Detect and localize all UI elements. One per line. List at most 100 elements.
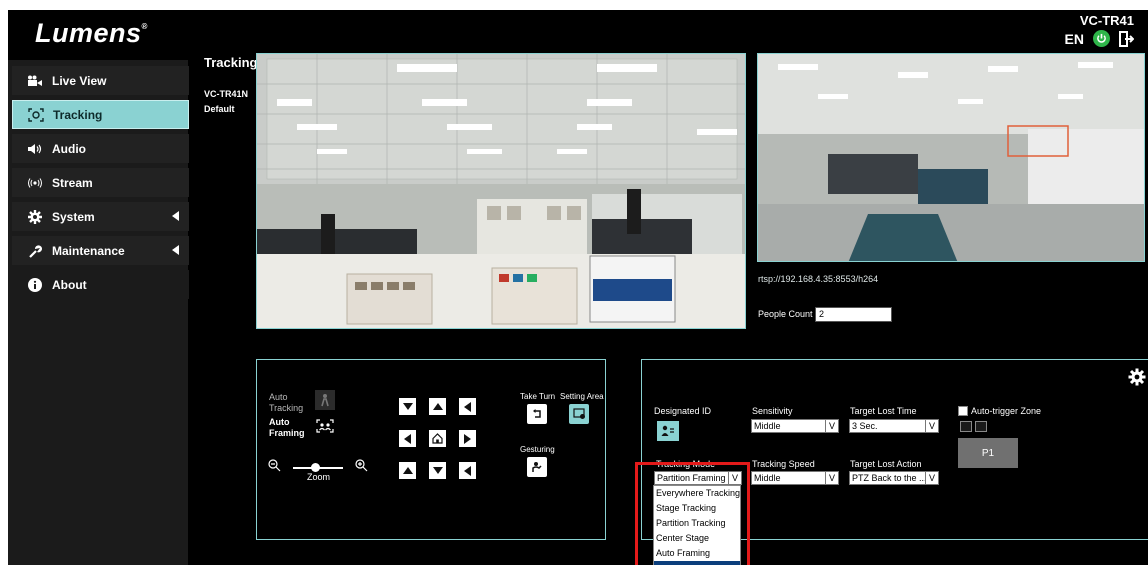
dropdown-option[interactable]: Stage Tracking	[654, 501, 740, 516]
tracking-speed-label: Tracking Speed	[752, 459, 815, 469]
gear-icon	[26, 209, 44, 224]
target-lost-time-label: Target Lost Time	[850, 406, 917, 416]
take-turn-button[interactable]	[527, 404, 547, 424]
zoom-label: Zoom	[307, 472, 331, 482]
gesturing-label: Gesturing	[520, 445, 555, 454]
chevron-down-icon: V	[728, 472, 741, 484]
camera-icon	[26, 74, 44, 88]
app-window: Lumens® VC-TR41 EN Live View Tracking Au…	[8, 10, 1148, 565]
setting-area-icon	[572, 408, 586, 420]
header-controls: EN	[1065, 30, 1134, 47]
tracking-mode-label: Tracking Mode	[656, 459, 716, 469]
dropdown-option[interactable]: Auto Framing	[654, 546, 740, 561]
pan-down-right-button[interactable]	[459, 462, 476, 479]
sensitivity-select[interactable]: Middle V	[751, 419, 839, 433]
people-count-field[interactable]: 2	[815, 307, 892, 322]
gesture-icon	[531, 461, 543, 473]
auto-tracking-icon[interactable]	[315, 390, 335, 410]
settings-gear-icon[interactable]	[1128, 368, 1146, 386]
take-turn-label: Take Turn	[520, 392, 556, 401]
sidebar-item-about[interactable]: About	[12, 270, 189, 299]
people-count-label: People Count	[758, 309, 813, 319]
target-lost-action-select[interactable]: PTZ Back to the ... V	[849, 471, 939, 485]
auto-framing-label: Auto Framing	[269, 417, 305, 438]
delete-zone-icon[interactable]	[975, 421, 987, 432]
power-icon[interactable]	[1093, 30, 1110, 47]
arrow-left-icon	[464, 401, 471, 412]
dropdown-option[interactable]: Partition Tracking	[654, 516, 740, 531]
tracking-icon	[27, 107, 45, 122]
setting-area-button[interactable]	[569, 404, 589, 424]
auto-trigger-zone-label: Auto-trigger Zone	[971, 406, 1042, 416]
page-title: Tracking	[204, 55, 258, 70]
info-icon	[26, 277, 44, 292]
device-info: VC-TR41N Default	[204, 87, 248, 117]
sidebar-item-stream[interactable]: Stream	[12, 168, 189, 197]
pan-up-right-button[interactable]	[459, 398, 476, 415]
ptz-control-panel: Auto Tracking Auto Framing Zoom Take Tur…	[256, 359, 606, 540]
overview-camera-view[interactable]	[757, 53, 1145, 262]
wrench-icon	[26, 244, 44, 258]
zoom-in-icon[interactable]	[354, 458, 368, 472]
zoom-slider-handle[interactable]	[311, 463, 320, 472]
main-camera-view[interactable]	[256, 53, 746, 329]
arrow-up-icon	[402, 467, 413, 474]
pan-up-left-button[interactable]	[399, 398, 416, 415]
pan-left-button[interactable]	[399, 430, 416, 447]
home-button[interactable]	[429, 430, 446, 447]
preset-p1-button[interactable]: P1	[958, 438, 1018, 468]
sidebar-item-system[interactable]: System	[12, 202, 189, 231]
sidebar-item-label: Maintenance	[52, 243, 125, 258]
rtsp-url: rtsp://192.168.4.35:8553/h264	[758, 274, 879, 284]
language-switch[interactable]: EN	[1065, 31, 1084, 47]
tilt-up-button[interactable]	[429, 398, 446, 415]
tracking-speed-select[interactable]: Middle V	[751, 471, 839, 485]
target-lost-action-label: Target Lost Action	[850, 459, 922, 469]
speaker-icon	[26, 142, 44, 156]
sidebar-item-label: Tracking	[53, 107, 103, 122]
dropdown-option-selected[interactable]	[654, 561, 740, 565]
zoom-out-icon[interactable]	[267, 458, 281, 472]
sidebar: Live View Tracking Audio Stream System M…	[8, 60, 189, 565]
chevron-down-icon: V	[825, 420, 838, 432]
logout-icon[interactable]	[1119, 30, 1134, 47]
stream-icon	[26, 176, 44, 190]
auto-framing-icon[interactable]	[315, 416, 335, 436]
profile-name: Default	[204, 104, 235, 114]
tracking-mode-dropdown-list: Everywhere Tracking Stage Tracking Parti…	[653, 485, 741, 565]
edit-zone-icon[interactable]	[960, 421, 972, 432]
person-select-icon	[661, 425, 675, 437]
chevron-left-icon	[172, 211, 179, 221]
sensitivity-label: Sensitivity	[752, 406, 793, 416]
designated-id-label: Designated ID	[654, 406, 712, 416]
target-lost-time-select[interactable]: 3 Sec. V	[849, 419, 939, 433]
lumens-logo: Lumens®	[35, 18, 148, 48]
chevron-down-icon: V	[925, 420, 938, 432]
dropdown-option[interactable]: Center Stage	[654, 531, 740, 546]
home-icon	[432, 433, 443, 444]
arrow-down-icon	[402, 403, 413, 410]
pan-right-button[interactable]	[459, 430, 476, 447]
sidebar-item-live-view[interactable]: Live View	[12, 66, 189, 95]
overview-scene-image	[758, 54, 1144, 261]
gesturing-button[interactable]	[527, 457, 547, 477]
sidebar-item-tracking[interactable]: Tracking	[12, 100, 189, 129]
sidebar-item-label: Stream	[52, 175, 93, 190]
designated-id-button[interactable]	[657, 421, 679, 441]
chevron-left-icon	[172, 245, 179, 255]
tilt-down-button[interactable]	[429, 462, 446, 479]
setting-area-label: Setting Area	[560, 392, 604, 401]
take-turn-icon	[531, 408, 543, 420]
tracking-mode-select[interactable]: Partition Framing V	[654, 471, 742, 485]
arrow-up-icon	[432, 403, 443, 410]
arrow-left-icon	[404, 433, 411, 444]
sidebar-item-label: Live View	[52, 73, 107, 88]
auto-trigger-zone-checkbox[interactable]	[958, 406, 968, 416]
office-scene-image	[257, 54, 745, 328]
pan-down-left-button[interactable]	[399, 462, 416, 479]
chevron-down-icon: V	[825, 472, 838, 484]
sidebar-item-audio[interactable]: Audio	[12, 134, 189, 163]
sidebar-item-maintenance[interactable]: Maintenance	[12, 236, 189, 265]
dropdown-option[interactable]: Everywhere Tracking	[654, 486, 740, 501]
auto-tracking-label: Auto Tracking	[269, 392, 304, 413]
